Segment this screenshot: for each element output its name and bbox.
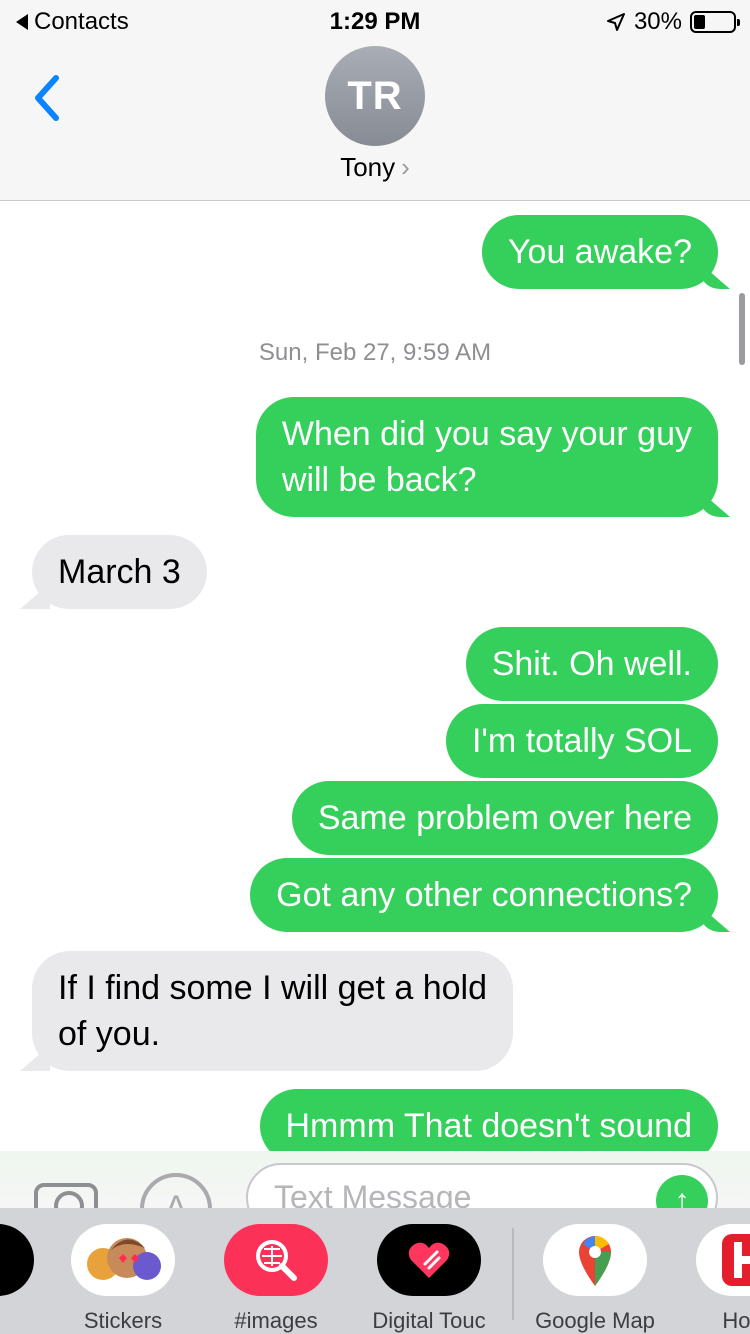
contact-name-button[interactable]: Tony › [0, 152, 750, 183]
app-drawer-item-images[interactable]: #images [224, 1224, 328, 1333]
message-bubble-sent[interactable]: Shit. Oh well. [465, 627, 718, 701]
message-timestamp: Sun, Feb 27, 9:59 AM [258, 339, 492, 366]
contact-name: Tony [340, 152, 396, 182]
app-drawer-item-hotels[interactable]: Hotel [696, 1224, 750, 1333]
app-drawer-item-stickers[interactable]: Stickers [71, 1224, 175, 1333]
app-label: Digital Touc [372, 1308, 486, 1333]
google-maps-icon [543, 1224, 647, 1296]
scrollbar[interactable] [739, 293, 745, 365]
imessage-app-drawer: ay Stickers #images [0, 1208, 750, 1334]
message-line: When did you say your guy [281, 415, 692, 453]
hotels-icon [696, 1224, 750, 1296]
app-drawer-item-digital-touch[interactable]: Digital Touc [372, 1224, 486, 1333]
app-label: Google Map [535, 1308, 655, 1333]
text-message-input[interactable] [274, 1179, 634, 1208]
status-bar: Contacts 1:29 PM 30% [0, 0, 750, 40]
message-input-field[interactable]: ↑ [246, 1163, 718, 1208]
chevron-right-icon: › [401, 152, 410, 182]
status-right: 30% [606, 8, 740, 36]
location-icon [606, 13, 625, 31]
camera-icon[interactable] [34, 1183, 98, 1208]
app-store-icon[interactable]: A [140, 1173, 212, 1208]
message-bubble-received[interactable]: If I find some I will get a hold of you. [32, 951, 513, 1071]
input-bar: A ↑ [0, 1151, 750, 1208]
images-search-icon [224, 1224, 328, 1296]
app-label: ay [0, 1308, 54, 1334]
message-bubble-sent[interactable]: Hmmm That doesn't sound [259, 1089, 718, 1151]
message-line: If I find some I will get a hold [58, 969, 487, 1007]
send-button[interactable]: ↑ [656, 1175, 708, 1208]
battery-icon [690, 11, 740, 33]
message-list[interactable]: You awake? Sun, Feb 27, 9:59 AM When did… [0, 201, 750, 1151]
battery-percent: 30% [633, 8, 682, 35]
app-drawer-item-apple-pay[interactable]: ay [0, 1224, 34, 1328]
memoji-stickers-icon [71, 1224, 175, 1296]
conversation-header: TR Tony › [0, 40, 750, 201]
contact-avatar[interactable]: TR [325, 46, 425, 146]
chevron-left-icon [35, 75, 59, 121]
message-line: will be back? [281, 461, 477, 499]
app-label: Hotel [722, 1308, 750, 1333]
app-label: Stickers [83, 1308, 163, 1333]
apple-pay-icon [0, 1224, 34, 1296]
message-bubble-received[interactable]: March 3 [32, 535, 207, 609]
message-bubble-sent[interactable]: Got any other connections? [250, 858, 718, 932]
message-bubble-sent[interactable]: You awake? [481, 215, 718, 289]
digital-touch-icon [377, 1224, 481, 1296]
app-label: #images [234, 1308, 318, 1333]
app-drawer-item-google-maps[interactable]: Google Map [535, 1224, 655, 1333]
message-bubble-sent[interactable]: Same problem over here [291, 781, 718, 855]
back-button[interactable] [28, 70, 68, 126]
drawer-divider [512, 1228, 514, 1320]
message-bubble-sent[interactable]: I'm totally SOL [445, 704, 718, 778]
message-line: of you. [58, 1015, 161, 1053]
message-bubble-sent[interactable]: When did you say your guy will be back? [255, 397, 718, 517]
